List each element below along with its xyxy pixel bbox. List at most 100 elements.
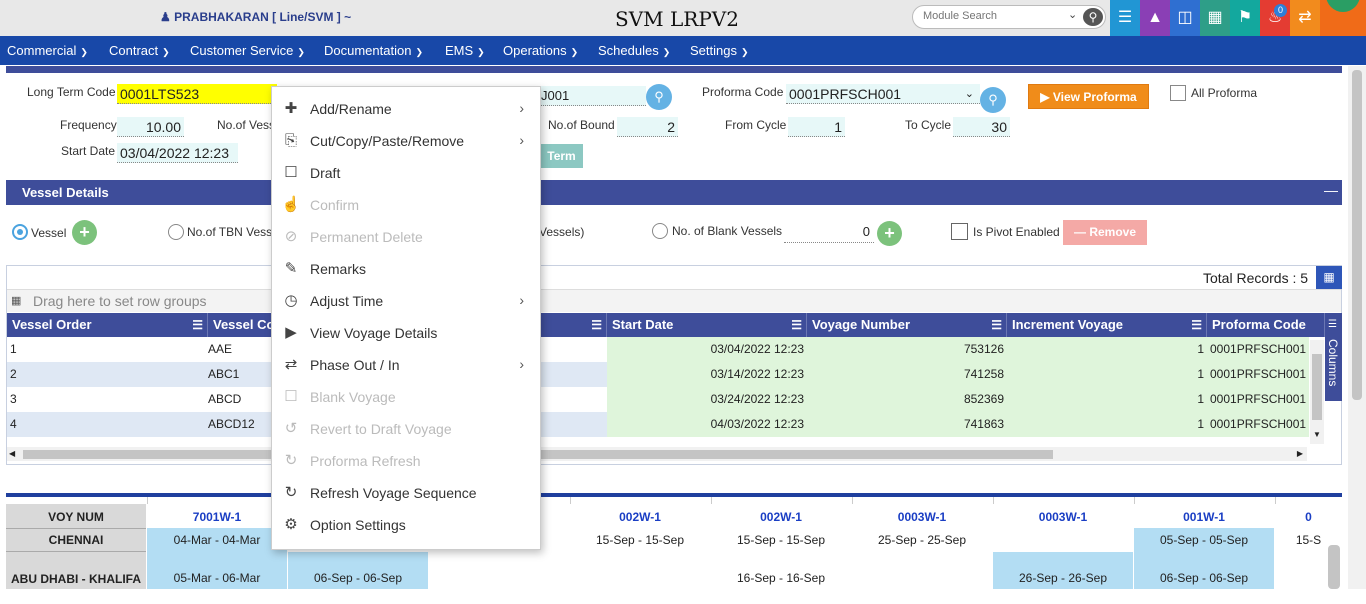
port-cell[interactable] xyxy=(429,552,569,589)
cell-vessel-code[interactable]: AAE xyxy=(205,337,271,362)
search-icon[interactable]: ⚲ xyxy=(646,84,672,110)
menu-schedules[interactable]: Schedules ❯ xyxy=(598,43,670,58)
col-vessel-order[interactable]: Vessel Order ☰ xyxy=(7,313,208,337)
cell-increment-voyage[interactable]: 1 xyxy=(1007,412,1207,437)
scroll-thumb[interactable] xyxy=(1312,354,1322,420)
menu-item-view-voyage-details[interactable]: ▶ View Voyage Details xyxy=(272,317,540,349)
port-cell[interactable]: 05-Mar - 06-Mar xyxy=(147,552,287,589)
col-start-date[interactable]: Start Date ☰ xyxy=(607,313,807,337)
extra-tile[interactable] xyxy=(1320,0,1366,36)
cell-vessel-code[interactable]: ABCD xyxy=(205,387,271,412)
row-group-panel[interactable]: ▦ Drag here to set row groups xyxy=(7,289,1341,312)
from-cycle-field[interactable]: 1 xyxy=(788,117,845,137)
port-cell[interactable]: 05-Sep - 05-Sep xyxy=(1134,528,1274,552)
cell-proforma-code[interactable]: 0001PRFSCH001 xyxy=(1207,337,1309,362)
cell-increment-voyage[interactable]: 1 xyxy=(1007,362,1207,387)
port-cell[interactable]: 26-Sep - 26-Sep xyxy=(993,552,1133,589)
user-name[interactable]: ♟ PRABHAKARAN [ Line/SVM ] ~ xyxy=(160,10,351,24)
long-term-code-field[interactable]: 0001LTS523 xyxy=(117,84,277,104)
voyage-cell[interactable]: 0003W-1 xyxy=(852,510,992,524)
menu-item-cut-copy-paste-remove[interactable]: ⎘ Cut/Copy/Paste/Remove › xyxy=(272,125,540,157)
menu-icon[interactable]: ☰ xyxy=(991,313,1002,337)
cell-start-date[interactable]: 03/24/2022 12:23 xyxy=(607,387,807,412)
menu-item-add-rename[interactable]: ✚ Add/Rename › xyxy=(272,93,540,125)
cell-voyage-number[interactable]: 741258 xyxy=(807,362,1007,387)
port-cell[interactable]: 15-Sep - 15-Sep xyxy=(570,528,710,552)
cell-proforma-code[interactable]: 0001PRFSCH001 xyxy=(1207,387,1309,412)
menu-customer-service[interactable]: Customer Service ❯ xyxy=(190,43,305,58)
schedule-scrollbar[interactable] xyxy=(1328,545,1340,589)
add-blank-vessel-button[interactable]: + xyxy=(877,221,902,246)
menu-contract[interactable]: Contract ❯ xyxy=(109,43,170,58)
menu-icon[interactable]: ☰ xyxy=(591,313,602,337)
menu-icon[interactable]: ☰ xyxy=(791,313,802,337)
menu-item-refresh-voyage-sequence[interactable]: ↻ Refresh Voyage Sequence xyxy=(272,477,540,509)
cell-voyage-number[interactable]: 852369 xyxy=(807,387,1007,412)
transfer-icon[interactable]: ⇄ xyxy=(1290,0,1320,36)
vessel-radio[interactable] xyxy=(12,224,28,240)
tbn-radio[interactable] xyxy=(168,224,184,240)
voyage-cell[interactable]: 0 xyxy=(1275,510,1342,524)
port-cell[interactable]: 15-Sep - 15-Sep xyxy=(711,528,851,552)
no-of-bound-field[interactable]: 2 xyxy=(617,117,678,137)
cell-vessel-order[interactable]: 4 xyxy=(7,412,208,437)
port-cell[interactable]: 16-Sep - 16-Sep xyxy=(711,552,851,589)
start-date-field[interactable]: 03/04/2022 12:23 xyxy=(117,143,238,163)
port-cell[interactable] xyxy=(570,552,710,589)
voyage-cell[interactable]: 002W-1 xyxy=(570,510,710,524)
port-cell[interactable]: 25-Sep - 25-Sep xyxy=(852,528,992,552)
menu-item-draft[interactable]: ☐ Draft xyxy=(272,157,540,189)
proforma-code-select[interactable]: 0001PRFSCH001 ⌄ xyxy=(786,84,980,104)
cell-start-date[interactable]: 03/14/2022 12:23 xyxy=(607,362,807,387)
page-scrollbar[interactable] xyxy=(1348,66,1366,589)
col-hidden[interactable]: ☰ xyxy=(541,313,607,337)
menu-ems[interactable]: EMS ❯ xyxy=(445,43,485,58)
cell-proforma-code[interactable]: 0001PRFSCH001 xyxy=(1207,362,1309,387)
grid-icon[interactable]: ▦ xyxy=(1316,266,1342,289)
menu-operations[interactable]: Operations ❯ xyxy=(503,43,578,58)
blank-vessels-field[interactable]: 0 xyxy=(784,224,874,243)
columns-panel-toggle[interactable]: Columns ☰ xyxy=(1325,313,1342,401)
col-proforma-code[interactable]: Proforma Code xyxy=(1207,313,1325,337)
menu-item-remarks[interactable]: ✎ Remarks xyxy=(272,253,540,285)
view-proforma-button[interactable]: ▶ View Proforma xyxy=(1028,84,1149,109)
col-vessel-code[interactable]: Vessel Co xyxy=(208,313,272,337)
frequency-field[interactable]: 10.00 xyxy=(117,117,184,137)
service-code-field[interactable]: J001 xyxy=(538,86,646,106)
cell-voyage-number[interactable]: 741863 xyxy=(807,412,1007,437)
menu-commercial[interactable]: Commercial ❯ xyxy=(7,43,88,58)
col-voyage-number[interactable]: Voyage Number ☰ xyxy=(807,313,1007,337)
voyage-cell[interactable]: 0003W-1 xyxy=(993,510,1133,524)
chart-icon[interactable]: ▲ xyxy=(1140,0,1170,36)
menu-item-phase-out-in[interactable]: ⇄ Phase Out / In › xyxy=(272,349,540,381)
port-cell[interactable]: 06-Sep - 06-Sep xyxy=(288,552,428,589)
module-search-input[interactable] xyxy=(923,10,1063,22)
port-cell[interactable]: 04-Mar - 04-Mar xyxy=(147,528,287,552)
cell-proforma-code[interactable]: 0001PRFSCH001 xyxy=(1207,412,1309,437)
cell-vessel-order[interactable]: 1 xyxy=(7,337,208,362)
remove-button[interactable]: — Remove xyxy=(1063,220,1147,245)
voyage-cell[interactable]: 7001W-1 xyxy=(147,510,287,524)
pivot-checkbox[interactable] xyxy=(951,223,968,240)
menu-item-option-settings[interactable]: ⚙ Option Settings xyxy=(272,509,540,541)
lock-icon[interactable]: ⚑ xyxy=(1230,0,1260,36)
scroll-left-icon[interactable]: ◀ xyxy=(9,449,15,458)
cell-increment-voyage[interactable]: 1 xyxy=(1007,337,1207,362)
port-cell[interactable] xyxy=(852,552,992,589)
menu-icon[interactable]: ☰ xyxy=(1191,313,1202,337)
module-search[interactable]: ⌄ ⚲ xyxy=(912,5,1106,29)
add-vessel-button[interactable]: + xyxy=(72,220,97,245)
port-cell[interactable]: 06-Sep - 06-Sep xyxy=(1134,552,1274,589)
menu-settings[interactable]: Settings ❯ xyxy=(690,43,749,58)
voyage-cell[interactable]: 002W-1 xyxy=(711,510,851,524)
menu-icon[interactable]: ☰ xyxy=(192,313,203,337)
grid-h-scrollbar[interactable]: ◀ ▶ xyxy=(7,447,1307,461)
term-button[interactable]: Term xyxy=(540,144,583,168)
scroll-right-icon[interactable]: ▶ xyxy=(1297,449,1303,458)
grid-v-scrollbar[interactable]: ▼ xyxy=(1310,340,1324,444)
to-cycle-field[interactable]: 30 xyxy=(953,117,1010,137)
menu-item-adjust-time[interactable]: ◷ Adjust Time › xyxy=(272,285,540,317)
cell-increment-voyage[interactable]: 1 xyxy=(1007,387,1207,412)
cell-start-date[interactable]: 03/04/2022 12:23 xyxy=(607,337,807,362)
cell-vessel-order[interactable]: 2 xyxy=(7,362,208,387)
